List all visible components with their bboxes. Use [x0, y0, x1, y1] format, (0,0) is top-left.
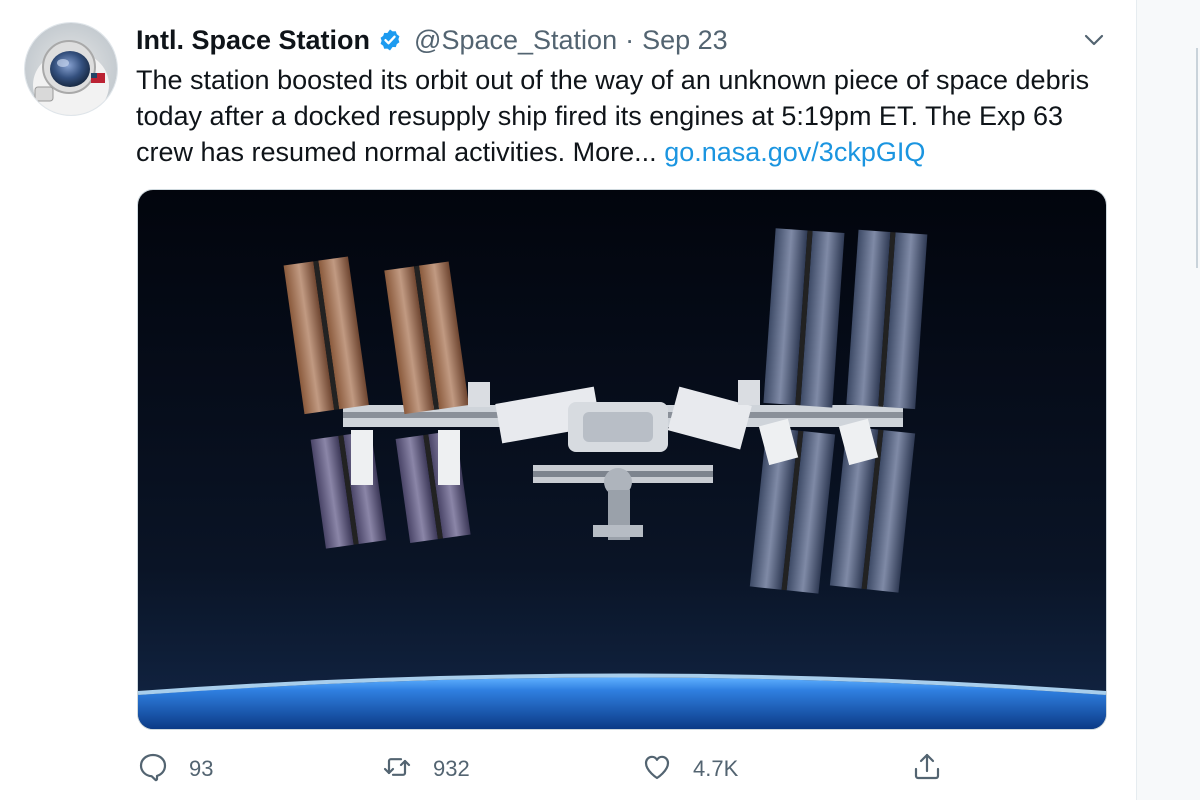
tweet-body: The station boosted its orbit out of the… — [136, 65, 1090, 167]
reply-count: 93 — [189, 756, 214, 781]
author-handle[interactable]: @Space_Station — [414, 25, 617, 56]
like-button[interactable]: 4.7K — [641, 748, 738, 790]
tweet-text: The station boosted its orbit out of the… — [136, 62, 1116, 170]
retweet-icon — [381, 751, 413, 788]
like-count: 4.7K — [693, 756, 739, 781]
tweet-card[interactable]: Intl. Space Station @Space_Station · Sep… — [0, 0, 1136, 800]
share-button[interactable] — [911, 748, 943, 790]
tweet-link[interactable]: go.nasa.gov/3ckpGIQ — [664, 137, 925, 167]
tweet-media-image[interactable] — [137, 189, 1107, 730]
separator-dot: · — [625, 24, 635, 55]
heart-icon — [641, 751, 673, 788]
verified-badge-icon — [378, 28, 402, 52]
right-sidebar — [1136, 0, 1200, 800]
retweet-count: 932 — [433, 756, 470, 781]
comment-icon — [137, 751, 169, 788]
tweet-actions: 93 932 4.7K — [137, 748, 957, 790]
chevron-down-icon[interactable] — [1080, 26, 1108, 54]
tweet-date[interactable]: Sep 23 — [642, 25, 728, 56]
retweet-button[interactable]: 932 — [381, 748, 470, 790]
iss-photo — [138, 190, 1106, 729]
scrollbar-thumb[interactable] — [1196, 48, 1198, 268]
astronaut-avatar-image — [25, 23, 117, 115]
tweet-header: Intl. Space Station @Space_Station · Sep… — [136, 22, 728, 58]
author-name[interactable]: Intl. Space Station — [136, 25, 370, 56]
share-icon — [911, 751, 943, 788]
reply-button[interactable]: 93 — [137, 748, 213, 790]
author-avatar[interactable] — [24, 22, 118, 116]
